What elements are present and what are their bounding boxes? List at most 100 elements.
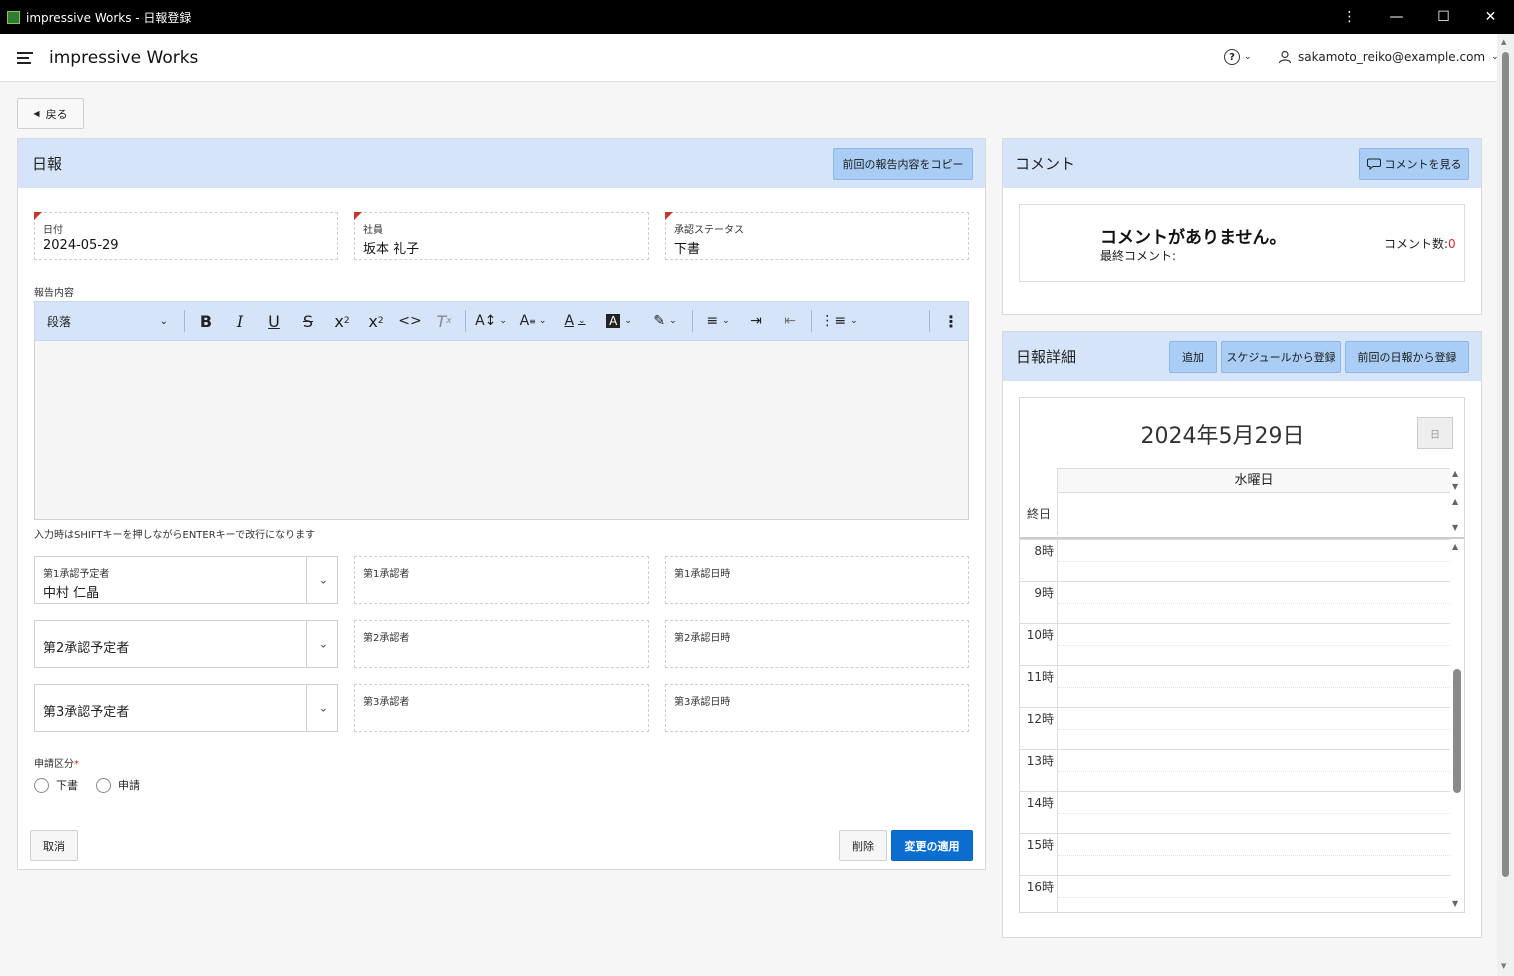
copy-previous-report-button[interactable]: 前回の報告内容をコピー <box>833 148 973 180</box>
hour-label: 12時 <box>1026 712 1054 726</box>
report-content-label: 報告内容 <box>34 288 74 299</box>
register-from-schedule-button[interactable]: スケジュールから登録 <box>1221 341 1341 373</box>
cancel-button[interactable]: 取消 <box>30 830 78 861</box>
all-day-slot[interactable] <box>1058 493 1450 535</box>
date-label: 日付 <box>43 225 63 236</box>
strikethrough-icon[interactable]: S <box>291 301 325 341</box>
day-view-button[interactable]: 日 <box>1417 417 1453 449</box>
hour-label: 15時 <box>1026 838 1054 852</box>
view-comments-button[interactable]: コメントを見る <box>1359 148 1469 180</box>
bold-icon[interactable]: B <box>189 301 223 341</box>
highlight-icon[interactable]: ✎ ⌄ <box>642 301 688 341</box>
scroll-up-icon[interactable]: ▲ <box>1452 497 1458 506</box>
list-icon[interactable]: ⋮≡ ⌄ <box>816 301 862 341</box>
required-marker <box>354 212 362 220</box>
second-approver-field: 第2承認者 <box>354 620 649 668</box>
report-panel-header: 日報 前回の報告内容をコピー <box>18 139 985 188</box>
back-button[interactable]: ◀ 戻る <box>17 98 84 129</box>
font-family-icon[interactable]: A ≡ ⌄ <box>512 301 554 341</box>
minimize-icon[interactable]: — <box>1373 0 1420 34</box>
calendar-hours-area: 8時 9時 10時 11時 12時 13時 14時 15時 16時 ▲ ▼ <box>1020 537 1464 912</box>
hour-row[interactable]: 14時 <box>1020 791 1450 833</box>
maximize-icon[interactable]: ☐ <box>1420 0 1467 34</box>
radio-draft-label: 下書 <box>56 779 78 792</box>
apply-changes-button[interactable]: 変更の適用 <box>891 830 973 861</box>
first-planned-approver-select[interactable]: 第1承認予定者 中村 仁晶 ⌄ <box>34 556 338 604</box>
underline-icon[interactable]: U <box>257 301 291 341</box>
date-value: 2024-05-29 <box>43 238 119 253</box>
align-icon[interactable]: ≡ ⌄ <box>697 301 739 341</box>
scroll-up-icon[interactable]: ▲ <box>1501 38 1506 46</box>
date-field[interactable]: 日付 2024-05-29 <box>34 212 338 260</box>
calendar-scrollbar[interactable]: ▲ ▼ <box>1450 539 1464 912</box>
outdent-icon[interactable]: ⇤ <box>773 301 807 341</box>
application-type-text: 申請区分 <box>34 759 74 770</box>
hour-row[interactable]: 8時 <box>1020 539 1450 581</box>
comment-summary-card: コメントがありません。 最終コメント: コメント数:0 <box>1019 204 1465 282</box>
scroll-up-icon[interactable]: ▲ <box>1452 469 1458 478</box>
delete-button[interactable]: 削除 <box>839 830 887 861</box>
scroll-up-icon[interactable]: ▲ <box>1452 542 1458 551</box>
second-planned-approver-select[interactable]: 第2承認予定者 ⌄ <box>34 620 338 668</box>
code-icon[interactable]: <> <box>393 301 427 341</box>
calendar-scrollbar-thumb[interactable] <box>1453 669 1461 793</box>
register-from-previous-report-button[interactable]: 前回の日報から登録 <box>1345 341 1469 373</box>
comment-icon <box>1366 158 1381 170</box>
radio-draft-circle[interactable] <box>34 777 49 793</box>
approval-status-field[interactable]: 承認ステータス 下書 <box>665 212 969 260</box>
scroll-down-icon[interactable]: ▼ <box>1452 482 1458 491</box>
scroll-down-icon[interactable]: ▼ <box>1452 899 1458 908</box>
comment-panel-header: コメント コメントを見る <box>1003 139 1481 188</box>
indent-icon[interactable]: ⇥ <box>739 301 773 341</box>
superscript-icon[interactable]: x2 <box>359 301 393 341</box>
back-label: 戻る <box>45 107 68 121</box>
scroll-down-icon[interactable]: ▼ <box>1452 523 1458 532</box>
app-title: impressive Works <box>49 47 199 68</box>
third-planned-approver-select[interactable]: 第3承認予定者 ⌄ <box>34 684 338 732</box>
background-color-icon[interactable]: A ⌄ <box>596 301 642 341</box>
text-color-icon[interactable]: A ⌄ <box>554 301 596 341</box>
radio-apply-circle[interactable] <box>96 777 111 793</box>
app-window-icon <box>7 10 20 24</box>
window-menu-icon[interactable]: ⋮ <box>1326 0 1373 34</box>
required-asterisk: * <box>74 759 79 770</box>
paragraph-format-select[interactable]: 段落 ⌄ <box>35 301 180 341</box>
hour-row[interactable]: 12時 <box>1020 707 1450 749</box>
hour-label: 13時 <box>1026 754 1054 768</box>
employee-field[interactable]: 社員 坂本 礼子 <box>354 212 649 260</box>
third-approval-datetime-field: 第3承認日時 <box>665 684 969 732</box>
hamburger-menu-icon[interactable] <box>17 51 33 64</box>
weekday-header: 水曜日 <box>1058 468 1450 493</box>
italic-icon[interactable]: I <box>223 301 257 341</box>
hour-row[interactable]: 16時 <box>1020 875 1450 912</box>
hour-row[interactable]: 11時 <box>1020 665 1450 707</box>
help-menu[interactable]: ? ⌄ <box>1224 49 1252 65</box>
hour-row[interactable]: 9時 <box>1020 581 1450 623</box>
second-planned-approver-placeholder: 第2承認予定者 <box>43 641 130 656</box>
subscript-icon[interactable]: x2 <box>325 301 359 341</box>
radio-apply[interactable]: 申請 <box>96 777 140 793</box>
font-size-icon[interactable]: A↕ ⌄ <box>470 301 512 341</box>
required-marker <box>34 212 42 220</box>
third-approval-datetime-label: 第3承認日時 <box>674 697 731 708</box>
page-scrollbar[interactable]: ▲ ▼ <box>1497 34 1514 976</box>
more-options-icon[interactable]: ⋮ <box>934 301 968 341</box>
all-day-label: 終日 <box>1026 507 1051 521</box>
comment-count-label: コメント数: <box>1384 237 1449 251</box>
third-approver-field: 第3承認者 <box>354 684 649 732</box>
approval-status-label: 承認ステータス <box>674 225 744 236</box>
hour-row[interactable]: 10時 <box>1020 623 1450 665</box>
clear-format-icon[interactable]: Tx <box>427 301 461 341</box>
user-menu[interactable]: sakamoto_reiko@example.com ⌄ <box>1278 50 1499 64</box>
hour-row[interactable]: 13時 <box>1020 749 1450 791</box>
hour-row[interactable]: 15時 <box>1020 833 1450 875</box>
report-content-editor[interactable] <box>34 341 969 520</box>
add-button[interactable]: 追加 <box>1169 341 1217 373</box>
chevron-down-icon: ⌄ <box>159 315 168 327</box>
radio-draft[interactable]: 下書 <box>34 777 78 793</box>
scroll-down-icon[interactable]: ▼ <box>1501 962 1506 970</box>
hour-label: 10時 <box>1026 628 1054 642</box>
close-icon[interactable]: ✕ <box>1467 0 1514 34</box>
scrollbar-thumb[interactable] <box>1502 52 1509 877</box>
day-calendar: 2024年5月29日 日 水曜日 終日 ▲ ▼ ▲ ▼ 8時 9時 10時 11… <box>1019 397 1465 913</box>
